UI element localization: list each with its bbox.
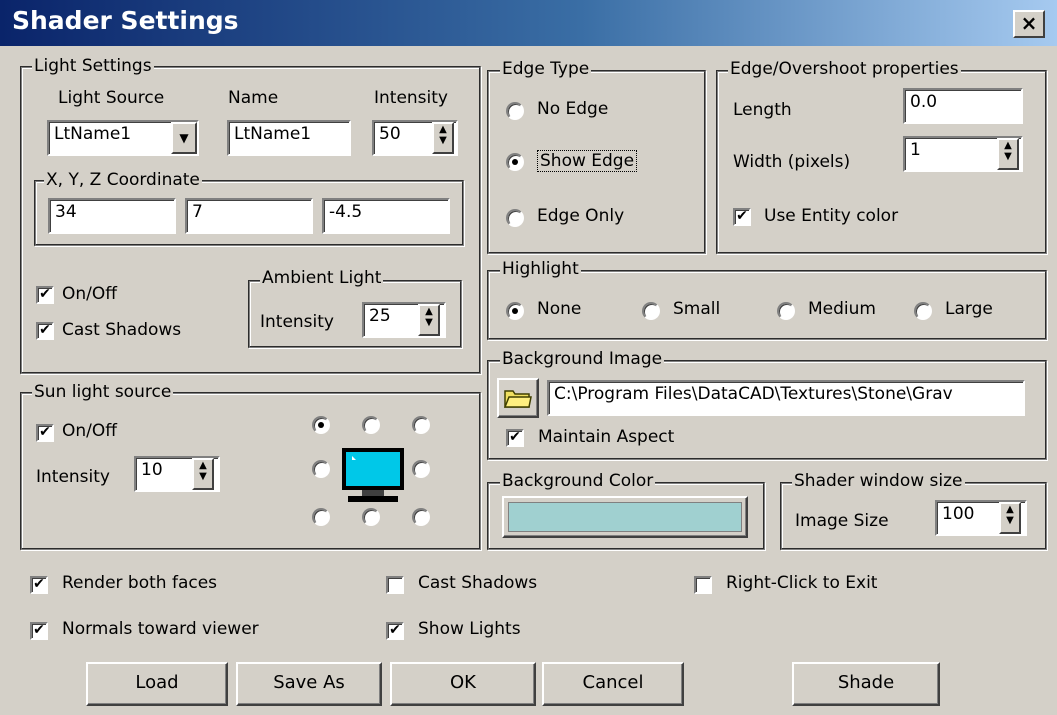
edge-no-edge-label: No Edge [537, 99, 609, 119]
sun-on-off-label: On/Off [62, 421, 117, 441]
coordinate-title: X, Y, Z Coordinate [44, 170, 202, 190]
use-entity-color-label: Use Entity color [764, 206, 899, 226]
edge-no-edge-radio[interactable] [506, 102, 524, 120]
sun-position-bottom-radio[interactable] [362, 508, 380, 526]
sun-position-left-radio[interactable] [312, 460, 330, 478]
width-pixels-spinner[interactable]: ▲ ▼ [997, 138, 1019, 170]
sun-intensity-spinner[interactable]: ▲ ▼ [192, 458, 214, 490]
background-color-swatch [508, 502, 742, 532]
window-title: Shader Settings [12, 6, 239, 35]
light-cast-shadows-label: Cast Shadows [62, 320, 182, 340]
right-click-exit-checkbox[interactable] [694, 576, 712, 594]
radio-selected-dot [512, 159, 518, 165]
highlight-medium-label: Medium [808, 299, 876, 319]
maintain-aspect-checkbox[interactable]: ✔ [506, 429, 524, 447]
radio-selected-dot [318, 422, 324, 428]
ambient-intensity-spinner[interactable]: ▲ ▼ [418, 304, 440, 336]
render-both-faces-checkbox[interactable]: ✔ [30, 576, 48, 594]
right-click-exit-label: Right-Click to Exit [726, 573, 878, 593]
length-label: Length [733, 100, 792, 120]
normals-toward-viewer-label: Normals toward viewer [62, 619, 259, 639]
sun-intensity-label: Intensity [36, 467, 110, 487]
window-size-title: Shader window size [792, 471, 965, 491]
sun-position-top-radio[interactable] [362, 416, 380, 434]
x-coordinate-input[interactable]: 34 [48, 198, 176, 234]
name-label: Name [228, 88, 279, 108]
z-coordinate-input[interactable]: -4.5 [322, 198, 450, 234]
sun-position-top-left-radio[interactable] [312, 416, 330, 434]
light-intensity-spinner[interactable]: ▲ ▼ [432, 122, 454, 154]
edge-show-edge-label: Show Edge [537, 150, 638, 172]
ambient-light-title: Ambient Light [260, 268, 384, 288]
sun-on-off-checkbox[interactable]: ✔ [36, 424, 54, 442]
sun-position-top-right-radio[interactable] [412, 416, 430, 434]
show-lights-checkbox[interactable]: ✔ [386, 622, 404, 640]
ambient-intensity-label: Intensity [260, 312, 334, 332]
highlight-title: Highlight [500, 259, 581, 279]
down-arrow-icon[interactable]: ▼ [420, 317, 438, 328]
image-size-label: Image Size [795, 511, 889, 531]
up-arrow-icon[interactable]: ▲ [434, 124, 452, 135]
highlight-small-label: Small [673, 299, 721, 319]
sun-position-right-radio[interactable] [412, 460, 430, 478]
edge-type-title: Edge Type [500, 59, 592, 79]
maintain-aspect-label: Maintain Aspect [538, 427, 675, 447]
down-arrow-icon[interactable]: ▼ [1001, 515, 1019, 526]
highlight-medium-radio[interactable] [777, 302, 795, 320]
cancel-button[interactable]: Cancel [542, 662, 684, 706]
image-size-spinner[interactable]: ▲ ▼ [999, 502, 1021, 534]
edge-properties-title: Edge/Overshoot properties [728, 59, 961, 79]
global-cast-shadows-label: Cast Shadows [418, 573, 538, 593]
light-source-label: Light Source [58, 88, 165, 108]
folder-icon [503, 390, 532, 408]
light-source-dropdown-button[interactable]: ▼ [171, 122, 197, 154]
load-button[interactable]: Load [86, 662, 228, 706]
close-button[interactable]: × [1013, 10, 1045, 38]
edge-show-edge-radio[interactable] [506, 153, 524, 171]
light-name-input[interactable]: LtName1 [227, 120, 351, 156]
up-arrow-icon[interactable]: ▲ [999, 140, 1017, 151]
sun-light-title: Sun light source [32, 382, 174, 402]
highlight-none-radio[interactable] [506, 302, 524, 320]
edge-only-label: Edge Only [537, 206, 625, 226]
background-image-title: Background Image [500, 349, 665, 369]
light-on-off-checkbox[interactable]: ✔ [36, 286, 54, 304]
light-on-off-label: On/Off [62, 284, 117, 304]
background-color-title: Background Color [500, 471, 656, 491]
down-arrow-icon[interactable]: ▼ [999, 151, 1017, 162]
sun-position-bottom-right-radio[interactable] [412, 508, 430, 526]
ok-button[interactable]: OK [390, 662, 536, 706]
sun-position-bottom-left-radio[interactable] [312, 508, 330, 526]
global-cast-shadows-checkbox[interactable] [386, 576, 404, 594]
width-pixels-label: Width (pixels) [733, 152, 851, 172]
normals-toward-viewer-checkbox[interactable]: ✔ [30, 622, 48, 640]
light-settings-title: Light Settings [32, 56, 154, 76]
light-cast-shadows-checkbox[interactable]: ✔ [36, 322, 54, 340]
intensity-label: Intensity [374, 88, 448, 108]
render-both-faces-label: Render both faces [62, 573, 218, 593]
radio-selected-dot [512, 308, 518, 314]
show-lights-label: Show Lights [418, 619, 521, 639]
background-image-path-input[interactable]: C:\Program Files\DataCAD\Textures\Stone\… [547, 380, 1025, 416]
monitor-icon [338, 446, 408, 504]
browse-folder-button[interactable] [497, 378, 539, 418]
up-arrow-icon[interactable]: ▲ [1001, 504, 1019, 515]
use-entity-color-checkbox[interactable]: ✔ [733, 208, 751, 226]
up-arrow-icon[interactable]: ▲ [420, 306, 438, 317]
down-arrow-icon[interactable]: ▼ [194, 471, 212, 482]
edge-only-radio[interactable] [506, 209, 524, 227]
save-as-button[interactable]: Save As [236, 662, 382, 706]
length-input[interactable]: 0.0 [903, 88, 1023, 124]
highlight-none-label: None [537, 299, 582, 319]
down-arrow-icon[interactable]: ▼ [434, 135, 452, 146]
y-coordinate-input[interactable]: 7 [185, 198, 313, 234]
highlight-large-radio[interactable] [914, 302, 932, 320]
shade-button[interactable]: Shade [792, 662, 940, 706]
up-arrow-icon[interactable]: ▲ [194, 460, 212, 471]
background-color-swatch-button[interactable] [502, 496, 748, 538]
highlight-large-label: Large [945, 299, 993, 319]
highlight-small-radio[interactable] [642, 302, 660, 320]
